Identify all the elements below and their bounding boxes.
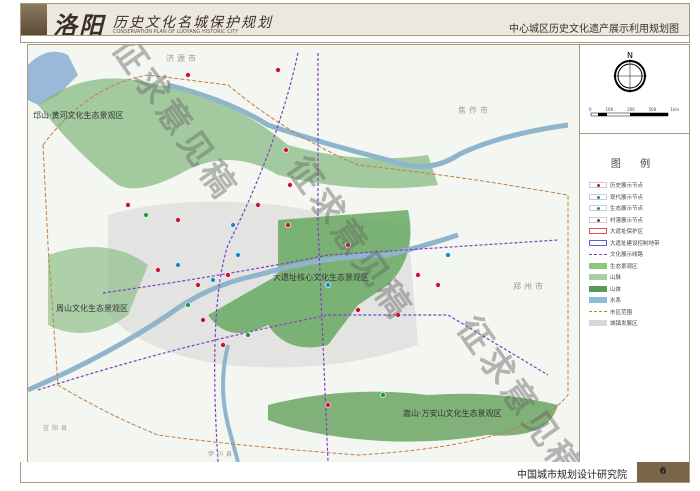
display-node[interactable]: [435, 282, 441, 288]
header: 洛阳 历史文化名城保护规划 CONSERVATION PLAN OF LUOYA…: [20, 3, 690, 43]
zone-label: 嵩山·万安山文化生态景观区: [403, 409, 502, 418]
display-node[interactable]: [245, 332, 251, 338]
city-label: 焦作市: [458, 106, 491, 115]
legend-swatch: [589, 205, 607, 211]
header-divider: [21, 35, 689, 42]
display-node[interactable]: [275, 67, 281, 73]
legend-item: 村落展示节点: [589, 216, 643, 224]
city-label: 伊川县: [208, 451, 236, 458]
legend-item: 大遗址建设控制地带: [589, 239, 660, 247]
display-node[interactable]: [355, 307, 361, 313]
legend-label: 山体: [610, 286, 622, 293]
legend-label: 生态景观区: [610, 263, 638, 270]
display-node[interactable]: [220, 342, 226, 348]
legend-label: 现代展示节点: [610, 194, 644, 201]
legend-item: 市区范围: [589, 308, 632, 316]
legend-item: 生态展示节点: [589, 204, 643, 212]
legend-item: 山脉: [589, 273, 621, 281]
display-node[interactable]: [415, 272, 421, 278]
legend-item: 文化展示线路: [589, 250, 643, 258]
legend-item: 现代展示节点: [589, 193, 643, 201]
legend-label: 水系: [610, 298, 622, 304]
compass-icon: [590, 59, 669, 117]
legend-label: 生态展示节点: [610, 206, 644, 212]
legend-label: 村落展示节点: [610, 217, 644, 224]
display-node[interactable]: [143, 212, 149, 218]
display-node[interactable]: [155, 267, 161, 273]
display-node[interactable]: [380, 392, 386, 398]
legend-swatch: [589, 285, 607, 292]
display-node[interactable]: [235, 252, 241, 258]
legend-swatch: [589, 193, 607, 200]
page-number: 6: [637, 462, 689, 482]
legend-label: 文化展示线路: [610, 252, 644, 258]
legend-swatch: [589, 320, 607, 326]
legend-label: 城镇发展区: [610, 321, 638, 327]
legend-item: 历史展示节点: [589, 181, 643, 189]
legend-swatch: [589, 253, 607, 255]
scale-tick: 0: [589, 107, 592, 112]
display-node[interactable]: [230, 222, 236, 228]
legend-swatch: [589, 297, 607, 303]
zone-label: 周山文化生态景观区: [56, 304, 128, 313]
display-node[interactable]: [325, 282, 331, 288]
display-node[interactable]: [185, 302, 191, 308]
display-node[interactable]: [255, 202, 261, 208]
display-node[interactable]: [175, 262, 181, 268]
logo-gate-image: [21, 4, 47, 36]
legend-label: 历史展示节点: [610, 183, 644, 189]
legend-swatch: [589, 182, 607, 188]
legend-item: 山体: [589, 285, 621, 293]
map-canvas[interactable]: 邙山·黄河文化生态景观区 大遗址核心文化生态景观区 周山文化生态景观区 嵩山·万…: [27, 44, 580, 463]
display-node[interactable]: [325, 402, 331, 408]
display-node[interactable]: [195, 282, 201, 288]
display-node[interactable]: [185, 72, 191, 78]
legend-label: 市区范围: [610, 309, 633, 316]
legend-swatch: [589, 262, 607, 269]
legend-panel: N 0 100 200 500 1km 图 例 历史展示节点 现代展示节点 生态展示…: [579, 44, 690, 463]
legend-item: 生态景观区: [589, 262, 638, 270]
footer: 中国城市规划设计研究院 6: [20, 462, 690, 483]
zone-label: 邙山·黄河文化生态景观区: [33, 111, 124, 120]
organization-name: 中国城市规划设计研究院: [517, 470, 627, 481]
display-node[interactable]: [175, 217, 181, 223]
display-node[interactable]: [283, 147, 289, 153]
legend-swatch: [589, 239, 607, 246]
compass-scale: N 0 100 200 500 1km: [580, 45, 689, 134]
city-label: 宜阳县: [43, 425, 71, 432]
legend-item: 城镇发展区: [589, 319, 638, 327]
legend-item: 水系: [589, 296, 621, 304]
scale-tick: 1km: [670, 107, 679, 112]
display-node[interactable]: [445, 252, 451, 258]
legend-swatch: [589, 216, 607, 223]
display-node[interactable]: [210, 277, 216, 283]
legend-swatch: [589, 311, 607, 312]
legend-item: 大遗址保护区: [589, 227, 643, 235]
legend-label: 大遗址保护区: [610, 229, 644, 235]
city-label: 济源市: [166, 54, 199, 63]
scale-tick: 200: [627, 107, 635, 112]
display-node[interactable]: [200, 317, 206, 323]
legend-swatch: [589, 274, 607, 280]
legend-label: 山脉: [610, 275, 622, 281]
display-node[interactable]: [225, 272, 231, 278]
legend-label: 大遗址建设控制地带: [610, 240, 660, 247]
sheet-title: 中心城区历史文化遗产展示利用规划图: [509, 24, 679, 35]
display-node[interactable]: [125, 202, 131, 208]
legend-title: 图 例: [610, 159, 659, 170]
north-label: N: [627, 51, 633, 60]
display-node[interactable]: [285, 222, 291, 228]
scale-tick: 100: [605, 107, 614, 112]
scale-tick: 500: [648, 107, 657, 112]
city-label: 郑州市: [513, 282, 546, 291]
legend-swatch: [589, 228, 607, 234]
